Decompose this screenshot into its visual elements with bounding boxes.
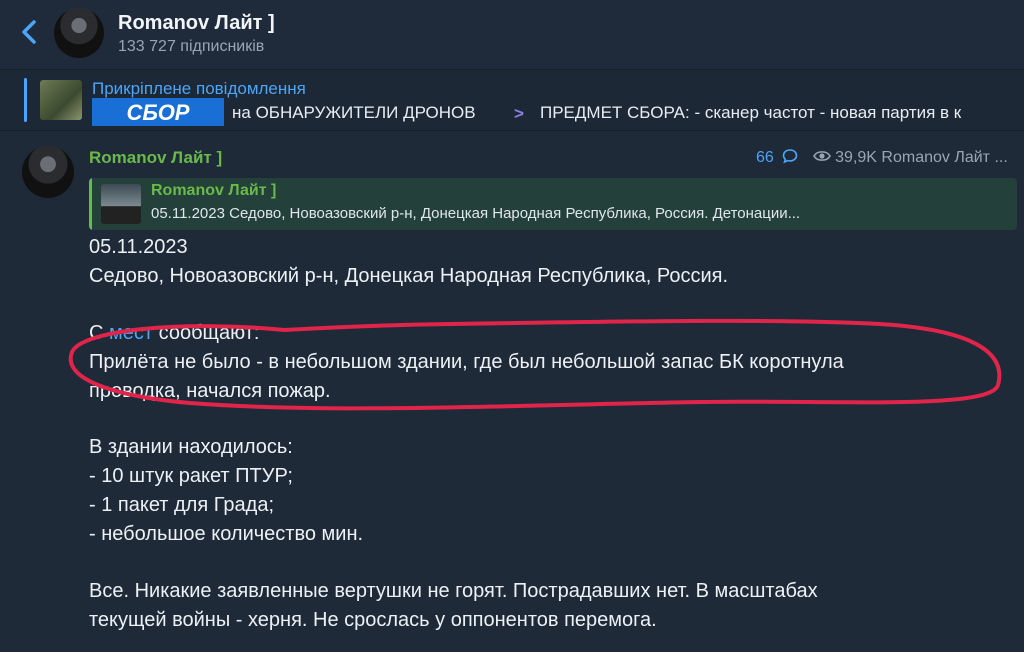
author-avatar[interactable] [22,146,74,198]
pinned-title: Прикріплене повідомлення [92,79,306,98]
sbor-text: СБОР [127,100,190,125]
back-arrow-icon[interactable] [16,14,44,50]
message-line: проводка, начался пожар. [89,380,331,402]
message-line: - 10 штук ракет ПТУР; [89,465,293,487]
eye-icon [812,151,831,161]
pinned-text-continued: ПРЕДМЕТ СБОРА: - сканер частот - новая п… [540,103,962,122]
message-line: С мест сообщают: [89,322,259,345]
quote-text: 05.11.2023 Седово, Новоазовский р-н, Дон… [151,205,801,222]
reply-quote[interactable]: Romanov Лайт ] 05.11.2023 Седово, Новоаз… [89,178,1017,230]
message-author[interactable]: Romanov Лайт ] [89,148,222,168]
message-text: сообщают: [153,322,260,344]
message-line: Все. Никакие заявленные вертушки не горя… [89,580,818,602]
sbor-banner: СБОР [92,98,224,126]
pinned-indicator [24,78,27,122]
chevron-right-icon: > [514,104,524,123]
message-line: 05.11.2023 [89,236,188,258]
message-text: С [89,322,109,344]
message-line: - 1 пакет для Града; [89,494,275,516]
quote-author: Romanov Лайт ] [151,182,277,199]
channel-title[interactable]: Romanov Лайт ] [118,12,275,35]
pinned-text: на ОБНАРУЖИТЕЛИ ДРОНОВ [232,103,476,122]
message-line: - небольшое количество мин. [89,523,364,545]
message-line: Седово, Новоазовский р-н, Донецкая Народ… [89,265,729,287]
pinned-thumbnail [40,80,82,120]
channel-avatar[interactable] [54,8,104,58]
views-and-signature: 39,9K Romanov Лайт ... [835,149,1008,166]
pinned-message-bar[interactable]: Прикріплене повідомлення СБОР на ОБНАРУЖ… [0,69,1024,131]
message-stats: 66 39,9K Romanov Лайт ... [756,148,1008,167]
comment-count[interactable]: 66 [756,149,774,166]
message-line: текущей войны - херня. Не срослась у опп… [89,609,657,631]
comment-bubble-icon[interactable] [782,148,798,164]
channel-header: Romanov Лайт ] 133 727 підписників [0,0,1024,68]
quote-indicator [89,178,92,230]
quote-thumbnail [101,184,141,224]
message-line: Прилёта не было - в небольшом здании, гд… [89,351,844,373]
sources-link[interactable]: мест [109,322,153,344]
message-line: В здании находилось: [89,436,293,458]
subscriber-count: 133 727 підписників [118,38,265,55]
